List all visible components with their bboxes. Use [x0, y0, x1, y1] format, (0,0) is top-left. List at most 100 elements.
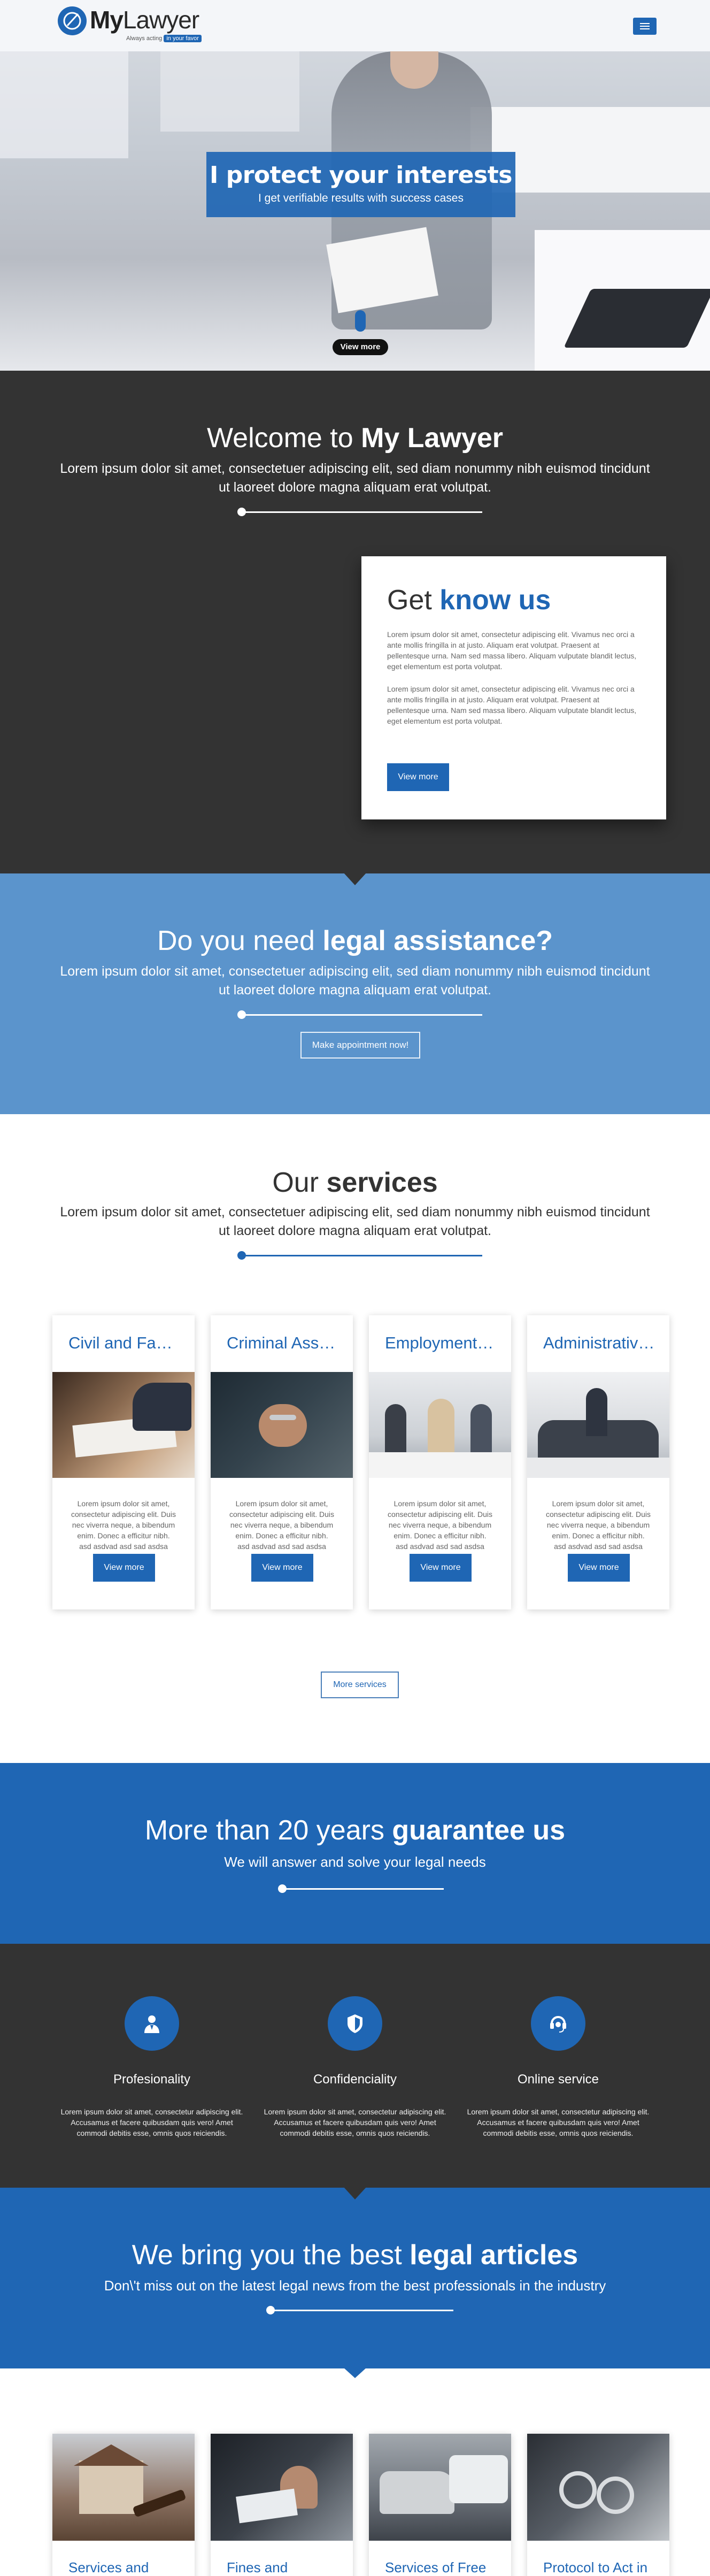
- site-header: MyLawyer Always acting in your favor: [0, 0, 710, 51]
- divider-dot: [237, 1010, 246, 1019]
- logo[interactable]: MyLawyer Always acting in your favor: [58, 6, 203, 44]
- know-us-view-more-button[interactable]: View more: [387, 763, 449, 791]
- service-image: [369, 1372, 511, 1478]
- know-us-paragraph: Lorem ipsum dolor sit amet, consectetur …: [387, 630, 637, 671]
- services-title-plain: Our: [272, 1167, 319, 1198]
- service-card[interactable]: Civil and Fa… Lorem ipsum dolor sit amet…: [52, 1315, 195, 1609]
- service-image: [211, 1372, 353, 1478]
- divider-dot: [237, 1251, 246, 1260]
- divider-line: [278, 1884, 444, 1893]
- lawyer-icon: [125, 1996, 179, 2051]
- article-card[interactable]: Services of Free: [369, 2434, 511, 2576]
- articles-subtitle: Don\'t miss out on the latest legal news…: [104, 2278, 606, 2294]
- know-us-title: Get know us: [387, 584, 551, 616]
- guarantee-title-bold: guarantee us: [392, 1815, 566, 1846]
- hero-title: I protect your interests: [210, 162, 512, 189]
- hero-section: I protect your interests I get verifiabl…: [0, 0, 710, 371]
- know-us-title-bold: know us: [439, 585, 551, 616]
- feature-description: Lorem ipsum dolor sit amet, consectetur …: [467, 2107, 650, 2137]
- service-title[interactable]: Administrativ…: [543, 1333, 661, 1353]
- feature-description: Lorem ipsum dolor sit amet, consectetur …: [60, 2107, 243, 2137]
- background-window: [0, 51, 128, 158]
- service-description: Lorem ipsum dolor sit amet, consectetur …: [387, 1499, 493, 1551]
- logo-text-lawyer: Lawyer: [122, 6, 199, 34]
- article-title[interactable]: Services of Free: [385, 2559, 503, 2576]
- divider-line: [266, 2306, 453, 2314]
- hero-banner: I protect your interests I get verifiabl…: [206, 152, 515, 217]
- shield-icon: [328, 1996, 382, 2051]
- feature-item: Confidenciality Lorem ipsum dolor sit am…: [263, 1996, 447, 2138]
- divider-line: [237, 1251, 482, 1260]
- section-arrow: [343, 872, 367, 885]
- more-services-button[interactable]: More services: [321, 1672, 399, 1698]
- hero-subtitle: I get verifiable results with success ca…: [258, 192, 464, 204]
- divider-dot: [278, 1884, 287, 1893]
- welcome-title-bold: My Lawyer: [361, 423, 503, 454]
- feature-name: Confidenciality: [313, 2072, 397, 2087]
- articles-title-bold: legal articles: [410, 2240, 578, 2271]
- service-card[interactable]: Employment… Lorem ipsum dolor sit amet, …: [369, 1315, 511, 1609]
- service-description: Lorem ipsum dolor sit amet, consectetur …: [229, 1499, 335, 1551]
- article-title[interactable]: Fines and: [227, 2559, 344, 2576]
- article-image: [369, 2434, 511, 2541]
- services-title-bold: services: [326, 1167, 438, 1198]
- logo-icon: [58, 6, 87, 35]
- article-card[interactable]: Protocol to Act in: [527, 2434, 669, 2576]
- article-card[interactable]: Fines and: [211, 2434, 353, 2576]
- service-view-more-button[interactable]: View more: [410, 1554, 472, 1582]
- legal-assistance-section: Do you need legal assistance? Lorem ipsu…: [0, 873, 710, 1114]
- assistance-title: Do you need legal assistance?: [0, 925, 710, 957]
- divider-dot: [237, 508, 246, 516]
- articles-title: We bring you the best legal articles: [0, 2239, 710, 2271]
- services-section: Our services Lorem ipsum dolor sit amet,…: [0, 1114, 710, 1763]
- services-text: Lorem ipsum dolor sit amet, consectetuer…: [60, 1205, 650, 1238]
- services-title: Our services: [0, 1167, 710, 1199]
- guarantee-section: More than 20 years guarantee us We will …: [0, 1763, 710, 1944]
- feature-item: Profesionality Lorem ipsum dolor sit ame…: [60, 1996, 244, 2138]
- hero-view-more-button[interactable]: View more: [333, 339, 388, 355]
- article-title[interactable]: Protocol to Act in: [543, 2559, 661, 2576]
- logo-text-my: My: [90, 6, 124, 34]
- hamburger-menu-icon[interactable]: [633, 18, 657, 35]
- background-window: [160, 51, 299, 132]
- service-view-more-button[interactable]: View more: [568, 1554, 630, 1582]
- service-title[interactable]: Employment…: [385, 1333, 503, 1353]
- service-title[interactable]: Criminal Ass…: [227, 1333, 344, 1353]
- feature-item: Online service Lorem ipsum dolor sit ame…: [466, 1996, 650, 2138]
- service-card[interactable]: Criminal Ass… Lorem ipsum dolor sit amet…: [211, 1315, 353, 1609]
- feature-description: Lorem ipsum dolor sit amet, consectetur …: [264, 2107, 446, 2137]
- support-icon: [531, 1996, 585, 2051]
- welcome-title: Welcome to My Lawyer: [0, 422, 710, 454]
- know-us-card: Get know us Lorem ipsum dolor sit amet, …: [361, 556, 666, 819]
- section-arrow: [343, 2187, 367, 2199]
- know-us-title-plain: Get: [387, 585, 432, 616]
- assistance-text: Lorem ipsum dolor sit amet, consectetuer…: [60, 964, 650, 998]
- divider-line: [237, 1010, 482, 1019]
- logo-tagline: Always acting in your favor: [126, 35, 202, 42]
- article-image: [527, 2434, 669, 2541]
- welcome-title-plain: Welcome to: [207, 423, 353, 454]
- know-us-paragraph: Lorem ipsum dolor sit amet, consectetur …: [387, 685, 637, 725]
- service-view-more-button[interactable]: View more: [251, 1554, 313, 1582]
- logo-text: MyLawyer: [90, 5, 199, 34]
- service-image: [52, 1372, 195, 1478]
- guarantee-subtitle: We will answer and solve your legal need…: [224, 1854, 486, 1870]
- make-appointment-button[interactable]: Make appointment now!: [300, 1032, 420, 1059]
- features-section: Profesionality Lorem ipsum dolor sit ame…: [0, 1944, 710, 2199]
- service-title[interactable]: Civil and Fa…: [68, 1333, 186, 1353]
- logo-tagline-text: Always acting: [126, 35, 163, 42]
- service-card[interactable]: Administrativ… Lorem ipsum dolor sit ame…: [527, 1315, 669, 1609]
- articles-section: We bring you the best legal articles Don…: [0, 2188, 710, 2378]
- article-title[interactable]: Services and Legal: [68, 2559, 186, 2576]
- service-view-more-button[interactable]: View more: [93, 1554, 155, 1582]
- divider-dot: [266, 2306, 275, 2314]
- section-arrow: [343, 2367, 367, 2378]
- scroll-indicator[interactable]: [355, 310, 366, 332]
- articles-list: Services and Legal Fines and Services of…: [0, 2368, 710, 2576]
- logo-tagline-highlight: in your favor: [164, 35, 202, 42]
- guarantee-title-plain: More than 20 years: [144, 1815, 384, 1846]
- article-image: [211, 2434, 353, 2541]
- article-card[interactable]: Services and Legal: [52, 2434, 195, 2576]
- welcome-section: Welcome to My Lawyer Lorem ipsum dolor s…: [0, 371, 710, 885]
- guarantee-title: More than 20 years guarantee us: [0, 1814, 710, 1846]
